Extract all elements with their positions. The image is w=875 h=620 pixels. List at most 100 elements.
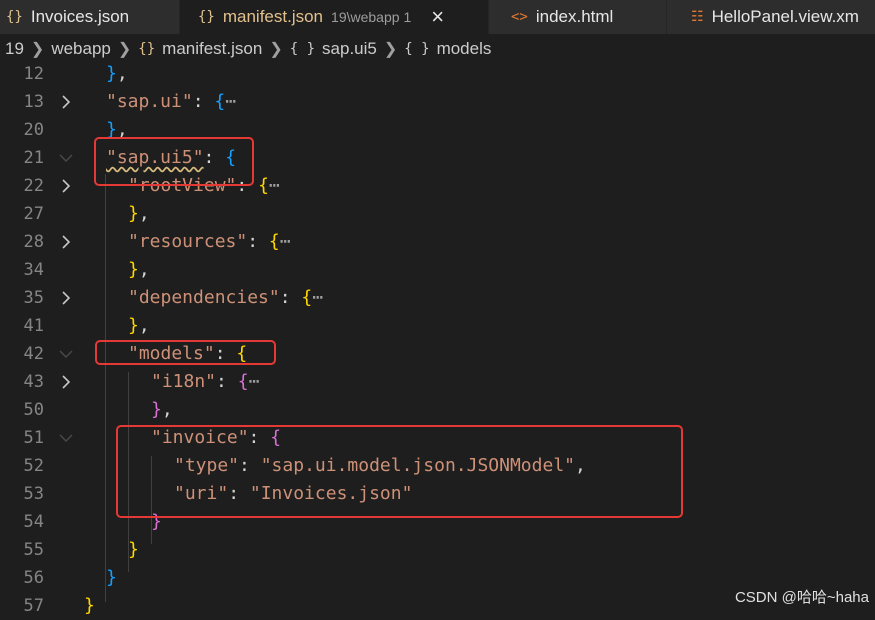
line-code: },: [128, 259, 150, 280]
code-line: 13 "sap.ui": {⋯: [0, 88, 875, 116]
tab-path-description: 19\webapp 1: [331, 9, 411, 25]
object-braces-icon: { }: [289, 41, 316, 57]
line-number: 50: [23, 400, 44, 420]
line-number: 22: [23, 176, 44, 196]
chevron-right-icon: ❯: [117, 41, 132, 58]
line-number: 12: [23, 64, 44, 84]
code-line: 35 "dependencies": {⋯: [0, 284, 875, 312]
line-number: 57: [23, 596, 44, 616]
close-icon[interactable]: ×: [431, 6, 444, 28]
watermark: CSDN @哈哈~haha: [734, 589, 869, 606]
code-token: ,: [138, 315, 150, 336]
chevron-right-icon[interactable]: [58, 92, 74, 112]
tab-index-html[interactable]: <> index.html: [489, 0, 667, 34]
line-number: 51: [23, 428, 44, 448]
line-number: 43: [23, 372, 44, 392]
tab-manifest-json[interactable]: {} manifest.json 19\webapp 1 ×: [180, 0, 489, 34]
problem-count-badge: 1: [403, 9, 412, 25]
json-braces-icon: {}: [6, 9, 23, 25]
code-token: ,: [161, 399, 173, 420]
object-braces-icon: { }: [404, 41, 430, 57]
line-code: }: [84, 595, 95, 616]
folded-ellipsis[interactable]: ⋯: [225, 91, 236, 112]
line-code: "resources": {⋯: [128, 231, 291, 252]
line-number: 35: [23, 288, 44, 308]
line-code: },: [106, 63, 128, 84]
tab-label: Invoices.json: [30, 7, 130, 26]
xml-rss-icon: ☷: [691, 9, 704, 25]
chevron-right-icon[interactable]: [58, 288, 74, 308]
line-number: 41: [23, 316, 44, 336]
folded-ellipsis[interactable]: ⋯: [280, 231, 291, 252]
folded-ellipsis[interactable]: ⋯: [312, 287, 323, 308]
chevron-down-icon[interactable]: [58, 428, 74, 448]
line-number: 13: [23, 92, 44, 112]
breadcrumb-item-models[interactable]: models: [437, 39, 492, 59]
folded-ellipsis[interactable]: ⋯: [249, 371, 260, 392]
line-number: 53: [23, 484, 44, 504]
line-code: }: [128, 539, 139, 560]
code-line: 43 "i18n": {⋯: [0, 368, 875, 396]
chevron-down-icon[interactable]: [58, 344, 74, 364]
code-token: {: [237, 371, 249, 392]
code-line: 34 },: [0, 256, 875, 284]
chevron-right-icon[interactable]: [58, 176, 74, 196]
json-key: "sap.ui": [106, 91, 193, 112]
code-token: }: [128, 315, 139, 336]
line-code: },: [151, 399, 173, 420]
highlight-box-sap-ui5: [94, 137, 254, 186]
line-number: 42: [23, 344, 44, 364]
line-code: },: [128, 315, 150, 336]
code-token: ,: [138, 259, 150, 280]
code-token: :: [216, 371, 238, 392]
code-token: }: [84, 595, 95, 616]
json-braces-icon: {}: [198, 9, 215, 25]
line-number: 21: [23, 148, 44, 168]
folded-ellipsis[interactable]: ⋯: [269, 175, 280, 196]
line-number: 54: [23, 512, 44, 532]
line-number: 28: [23, 232, 44, 252]
chevron-right-icon[interactable]: [58, 372, 74, 392]
code-line: 41 },: [0, 312, 875, 340]
code-token: {: [214, 91, 226, 112]
line-code: "dependencies": {⋯: [128, 287, 323, 308]
tab-label: index.html: [535, 7, 614, 26]
chevron-right-icon: ❯: [269, 41, 283, 58]
breadcrumb-item-manifest[interactable]: manifest.json: [162, 39, 262, 59]
code-line: 27 },: [0, 200, 875, 228]
highlight-box-invoice: [116, 425, 683, 518]
code-token: ,: [138, 203, 150, 224]
code-token: }: [128, 259, 139, 280]
code-token: :: [279, 287, 302, 308]
code-token: {: [301, 287, 313, 308]
code-line: 55 }: [0, 536, 875, 564]
json-key: "i18n": [151, 371, 217, 392]
tab-hellopanel-view-xml[interactable]: ☷ HelloPanel.view.xm: [667, 0, 875, 34]
tab-path: 19\webapp: [331, 9, 400, 25]
breadcrumb-item-sap-ui5[interactable]: sap.ui5: [322, 39, 377, 59]
code-token: }: [106, 567, 117, 588]
line-number: 27: [23, 204, 44, 224]
chevron-down-icon[interactable]: [58, 148, 74, 168]
chevron-right-icon[interactable]: [58, 232, 74, 252]
chevron-right-icon: ❯: [30, 41, 45, 58]
code-line: 12 },: [0, 60, 875, 88]
breadcrumb-item-webapp[interactable]: webapp: [51, 39, 111, 59]
code-token: :: [192, 91, 215, 112]
code-token: }: [128, 203, 139, 224]
editor-tab-bar: {} Invoices.json {} manifest.json 19\web…: [0, 0, 875, 34]
tab-label: manifest.json: [222, 7, 324, 26]
chevron-right-icon: ❯: [383, 41, 398, 58]
json-key: "resources": [128, 231, 248, 252]
line-number: 55: [23, 540, 44, 560]
code-token: }: [128, 539, 139, 560]
line-number: 34: [23, 260, 44, 280]
breadcrumb-item-folder-19[interactable]: 19: [5, 39, 24, 59]
json-key: "dependencies": [128, 287, 280, 308]
tab-invoices-json[interactable]: {} Invoices.json: [0, 0, 180, 34]
line-code: }: [106, 567, 117, 588]
code-token: :: [247, 231, 269, 252]
line-code: },: [128, 203, 150, 224]
code-token: {: [268, 231, 280, 252]
code-editor[interactable]: 12 }, 13 "sap.ui": {⋯ 20 }, 21 "sap.ui5"…: [0, 60, 875, 616]
